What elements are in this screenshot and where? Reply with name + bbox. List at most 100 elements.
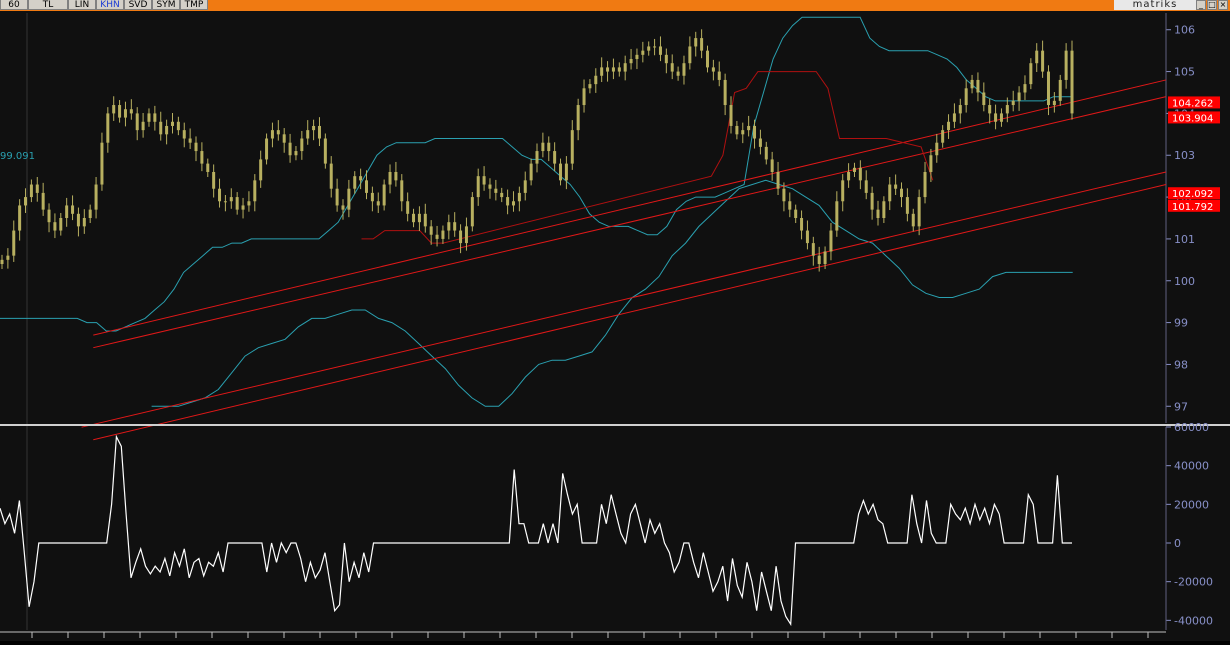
candle-body xyxy=(376,201,380,206)
y-tick-label: 100 xyxy=(1174,275,1195,288)
candle-body xyxy=(106,113,110,143)
candle-body xyxy=(611,67,615,72)
candle-body xyxy=(82,218,86,227)
candle-body xyxy=(165,125,169,135)
candle-body xyxy=(1058,79,1062,101)
candle-body xyxy=(194,142,198,152)
candle-body xyxy=(288,142,292,156)
candle-body xyxy=(6,255,10,260)
candle-body xyxy=(923,171,927,198)
candle-body xyxy=(241,205,245,210)
candle-body xyxy=(547,142,551,152)
candle-body xyxy=(852,167,856,172)
minimize-icon[interactable]: _ xyxy=(1196,0,1206,10)
tab-tl[interactable]: TL xyxy=(28,0,68,10)
candle xyxy=(470,192,474,232)
candle-body xyxy=(176,121,180,131)
candle-body xyxy=(1011,100,1015,106)
candle-body xyxy=(29,184,33,198)
restore-icon[interactable]: □ xyxy=(1207,0,1217,10)
candle-body xyxy=(347,188,351,210)
candle-body xyxy=(858,167,862,181)
osc-y-tick-label: -40000 xyxy=(1174,614,1213,627)
candle-body xyxy=(112,105,116,114)
candle-body xyxy=(265,138,269,160)
candle-body xyxy=(541,142,545,152)
series-value-label: 99.091 xyxy=(0,151,35,162)
tab-khn[interactable]: KHN xyxy=(96,0,124,10)
candle-body xyxy=(694,38,698,47)
candle-body xyxy=(441,230,445,239)
candle-body xyxy=(417,213,421,223)
candle-body xyxy=(135,113,139,131)
candle-body xyxy=(282,134,286,143)
candle-body xyxy=(394,171,398,181)
tab-svd[interactable]: SVD xyxy=(124,0,152,10)
candle-body xyxy=(911,213,915,227)
candle-body xyxy=(435,234,439,239)
candle-body xyxy=(511,201,515,206)
candle-body xyxy=(365,180,369,193)
y-tick-label: 101 xyxy=(1174,233,1195,246)
tab-tmp[interactable]: TMP xyxy=(180,0,208,10)
candle-body xyxy=(0,259,4,265)
candle-body xyxy=(606,67,610,72)
candle-body xyxy=(553,151,557,164)
candle-body xyxy=(1035,50,1039,64)
candle-body xyxy=(529,163,533,181)
candle-body xyxy=(711,67,715,72)
candle-body xyxy=(582,88,586,106)
candle-body xyxy=(76,213,80,227)
candle-body xyxy=(888,184,892,202)
candle-body xyxy=(170,121,174,126)
candle-body xyxy=(118,105,122,118)
candle-body xyxy=(729,105,733,126)
chart-svg[interactable]: 97989910010110210310410510699.091104.262… xyxy=(0,11,1230,641)
candle-body xyxy=(900,188,904,198)
candle-body xyxy=(482,176,486,185)
candle-body xyxy=(188,138,192,143)
candle-body xyxy=(970,79,974,89)
candle-body xyxy=(570,130,574,164)
candle-body xyxy=(1052,100,1056,106)
tab-sym[interactable]: SYM xyxy=(152,0,180,10)
candle-body xyxy=(494,188,498,193)
candle-body xyxy=(594,75,598,85)
candle-body xyxy=(999,113,1003,122)
candle-body xyxy=(723,79,727,106)
candle-body xyxy=(253,180,257,202)
candle-body xyxy=(406,201,410,214)
y-tick-label: 105 xyxy=(1174,66,1195,79)
candle-body xyxy=(941,130,945,143)
candle-body xyxy=(811,243,815,256)
candle-body xyxy=(159,121,163,135)
candle-body xyxy=(770,159,774,172)
y-tick-label: 99 xyxy=(1174,317,1188,330)
candle xyxy=(1070,40,1074,120)
candle-body xyxy=(653,46,657,48)
brand-logo: matriks xyxy=(1114,0,1196,10)
tab-60[interactable]: 60 xyxy=(0,0,28,10)
candle-body xyxy=(88,209,92,218)
candle-body xyxy=(235,197,239,210)
candle-body xyxy=(447,222,451,231)
chart-area[interactable]: 97989910010110210310410510699.091104.262… xyxy=(0,11,1230,641)
close-icon[interactable]: × xyxy=(1218,0,1228,10)
candle-body xyxy=(329,163,333,189)
candle-body xyxy=(323,138,327,164)
candle-body xyxy=(100,142,104,185)
candle-body xyxy=(300,138,304,152)
candle-body xyxy=(206,163,210,172)
candle-body xyxy=(476,176,480,198)
tab-lin[interactable]: LIN xyxy=(68,0,96,10)
candle-body xyxy=(864,180,868,193)
candle-body xyxy=(12,230,16,256)
candle-body xyxy=(641,50,645,55)
candle-body xyxy=(670,63,674,72)
candle-body xyxy=(588,84,592,89)
y-tick-label: 98 xyxy=(1174,358,1188,371)
candle-body xyxy=(218,188,222,202)
candle-body xyxy=(947,121,951,131)
candle-body xyxy=(647,46,651,51)
candle-body xyxy=(259,159,263,181)
